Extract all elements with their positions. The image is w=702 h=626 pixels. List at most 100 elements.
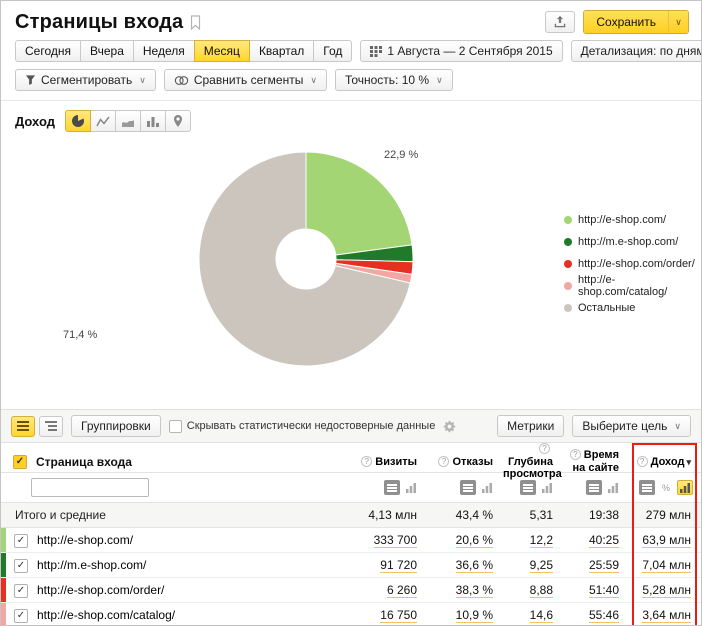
map-toggle[interactable] — [165, 110, 191, 132]
row-url[interactable]: http://e-shop.com/catalog/ — [35, 608, 337, 622]
settings-gear-icon[interactable] — [443, 420, 456, 433]
bars-toggle-icon[interactable] — [677, 480, 693, 495]
groupings-button[interactable]: Группировки — [71, 415, 161, 437]
visits-value[interactable]: 333 700 — [374, 533, 417, 548]
bars-toggle-icon[interactable] — [605, 480, 621, 495]
row-color-strip — [1, 578, 6, 602]
row-url[interactable]: http://e-shop.com/ — [35, 533, 337, 547]
revenue-value[interactable]: 63,9 млн — [642, 533, 691, 548]
row-checkbox[interactable]: ✓ — [14, 559, 28, 573]
visits-value[interactable]: 6 260 — [387, 583, 417, 598]
revenue-value[interactable]: 3,64 млн — [642, 608, 691, 623]
pie-percent-label: 71,4 % — [63, 329, 97, 341]
visits-value[interactable]: 16 750 — [380, 608, 417, 623]
column-header-bounces[interactable]: ?Отказы — [427, 456, 503, 469]
tree-view-button[interactable] — [39, 416, 63, 437]
visits-value[interactable]: 91 720 — [380, 558, 417, 573]
metrics-button[interactable]: Метрики — [497, 415, 564, 437]
tab-today[interactable]: Сегодня — [15, 40, 81, 62]
bounces-display-toggles — [427, 480, 503, 495]
bars-toggle-icon[interactable] — [403, 480, 419, 495]
pie-chart-toggle[interactable] — [65, 110, 91, 132]
bars-toggle-icon[interactable] — [479, 480, 495, 495]
legend-dot — [564, 304, 572, 312]
row-checkbox[interactable]: ✓ — [14, 609, 28, 623]
date-range-label: 1 Августа — 2 Сентября 2015 — [387, 44, 552, 58]
tab-quarter[interactable]: Квартал — [249, 40, 314, 62]
numbers-toggle-icon[interactable] — [520, 480, 536, 495]
save-button[interactable]: Сохранить — [584, 11, 668, 33]
time-value[interactable]: 51:40 — [589, 583, 619, 598]
tab-month[interactable]: Месяц — [194, 40, 250, 62]
tab-year[interactable]: Год — [313, 40, 352, 62]
row-url[interactable]: http://m.e-shop.com/ — [35, 558, 337, 572]
select-all-checkbox[interactable]: ✓ — [13, 455, 27, 469]
numbers-toggle-icon[interactable] — [460, 480, 476, 495]
period-filter-row: Сегодня Вчера Неделя Месяц Квартал Год 1… — [15, 40, 689, 62]
info-icon: ? — [361, 456, 372, 467]
segment-button[interactable]: Сегментировать ∨ — [15, 69, 156, 91]
entry-page-filter-input[interactable] — [31, 478, 149, 497]
column-header-revenue[interactable]: ?Доход▾ — [629, 456, 701, 469]
line-chart-toggle[interactable] — [90, 110, 116, 132]
tab-week[interactable]: Неделя — [133, 40, 195, 62]
tab-yesterday[interactable]: Вчера — [80, 40, 134, 62]
row-checkbox[interactable]: ✓ — [14, 584, 28, 598]
hide-unreliable-checkbox[interactable] — [169, 420, 182, 433]
time-value[interactable]: 55:46 — [589, 608, 619, 623]
accuracy-button[interactable]: Точность: 10 % ∨ — [335, 69, 453, 91]
funnel-icon — [25, 74, 36, 86]
row-url[interactable]: http://e-shop.com/order/ — [35, 583, 337, 597]
bar-chart-icon — [146, 115, 160, 128]
depth-value[interactable]: 12,2 — [530, 533, 553, 548]
info-icon: ? — [637, 456, 648, 467]
bookmark-icon[interactable] — [190, 15, 201, 30]
bounces-value[interactable]: 20,6 % — [456, 533, 493, 548]
line-chart-icon — [96, 115, 110, 128]
choose-goal-button[interactable]: Выберите цель ∨ — [572, 415, 691, 437]
legend-item[interactable]: http://e-shop.com/ — [564, 209, 701, 231]
detalization-button[interactable]: Детализация: по дням ∨ — [571, 40, 702, 62]
hide-unreliable-checkbox-label[interactable]: Скрывать статистически недостоверные дан… — [169, 420, 436, 433]
column-header-depth[interactable]: ?Глубина просмотра — [503, 443, 563, 481]
bars-toggle-icon[interactable] — [539, 480, 555, 495]
date-range-button[interactable]: 1 Августа — 2 Сентября 2015 — [360, 40, 562, 62]
linear-list-view-button[interactable] — [11, 416, 35, 437]
table-subheader-row: % — [1, 473, 701, 503]
save-dropdown-button[interactable]: ∨ — [668, 11, 688, 33]
bar-chart-toggle[interactable] — [140, 110, 166, 132]
legend-item[interactable]: http://e-shop.com/catalog/ — [564, 275, 701, 297]
totals-label: Итого и средние — [1, 508, 337, 522]
depth-value[interactable]: 14,6 — [530, 608, 553, 623]
totals-row: Итого и средние 4,13 млн 43,4 % 5,31 19:… — [1, 503, 701, 528]
compare-segments-button[interactable]: Сравнить сегменты ∨ — [164, 69, 327, 91]
bounces-value[interactable]: 10,9 % — [456, 608, 493, 623]
revenue-value[interactable]: 5,28 млн — [642, 583, 691, 598]
pie-slice[interactable] — [306, 152, 412, 255]
numbers-toggle-icon[interactable] — [639, 480, 655, 495]
bounces-value[interactable]: 36,6 % — [456, 558, 493, 573]
numbers-toggle-icon[interactable] — [586, 480, 602, 495]
row-color-strip — [1, 603, 6, 626]
legend-item[interactable]: Остальные — [564, 297, 701, 319]
legend-item[interactable]: http://m.e-shop.com/ — [564, 231, 701, 253]
row-checkbox[interactable]: ✓ — [14, 534, 28, 548]
depth-value[interactable]: 8,88 — [530, 583, 553, 598]
time-value[interactable]: 40:25 — [589, 533, 619, 548]
row-color-strip — [1, 553, 6, 577]
area-chart-toggle[interactable] — [115, 110, 141, 132]
numbers-toggle-icon[interactable] — [384, 480, 400, 495]
time-value[interactable]: 25:59 — [589, 558, 619, 573]
revenue-value[interactable]: 7,04 млн — [642, 558, 691, 573]
column-header-time[interactable]: ?Время на сайте — [563, 449, 629, 474]
percent-toggle-icon[interactable]: % — [658, 480, 674, 495]
bounces-value[interactable]: 38,3 % — [456, 583, 493, 598]
export-button[interactable] — [545, 11, 575, 33]
depth-value[interactable]: 9,25 — [530, 558, 553, 573]
legend-item[interactable]: http://e-shop.com/order/ — [564, 253, 701, 275]
table-row: ✓ http://e-shop.com/ 333 700 20,6 % 12,2… — [1, 528, 701, 553]
chevron-down-icon: ∨ — [139, 75, 146, 86]
segment-filter-row: Сегментировать ∨ Сравнить сегменты ∨ Точ… — [15, 69, 689, 91]
column-header-entry-page[interactable]: Страница входа — [36, 455, 132, 469]
column-header-visits[interactable]: ?Визиты — [337, 456, 427, 469]
